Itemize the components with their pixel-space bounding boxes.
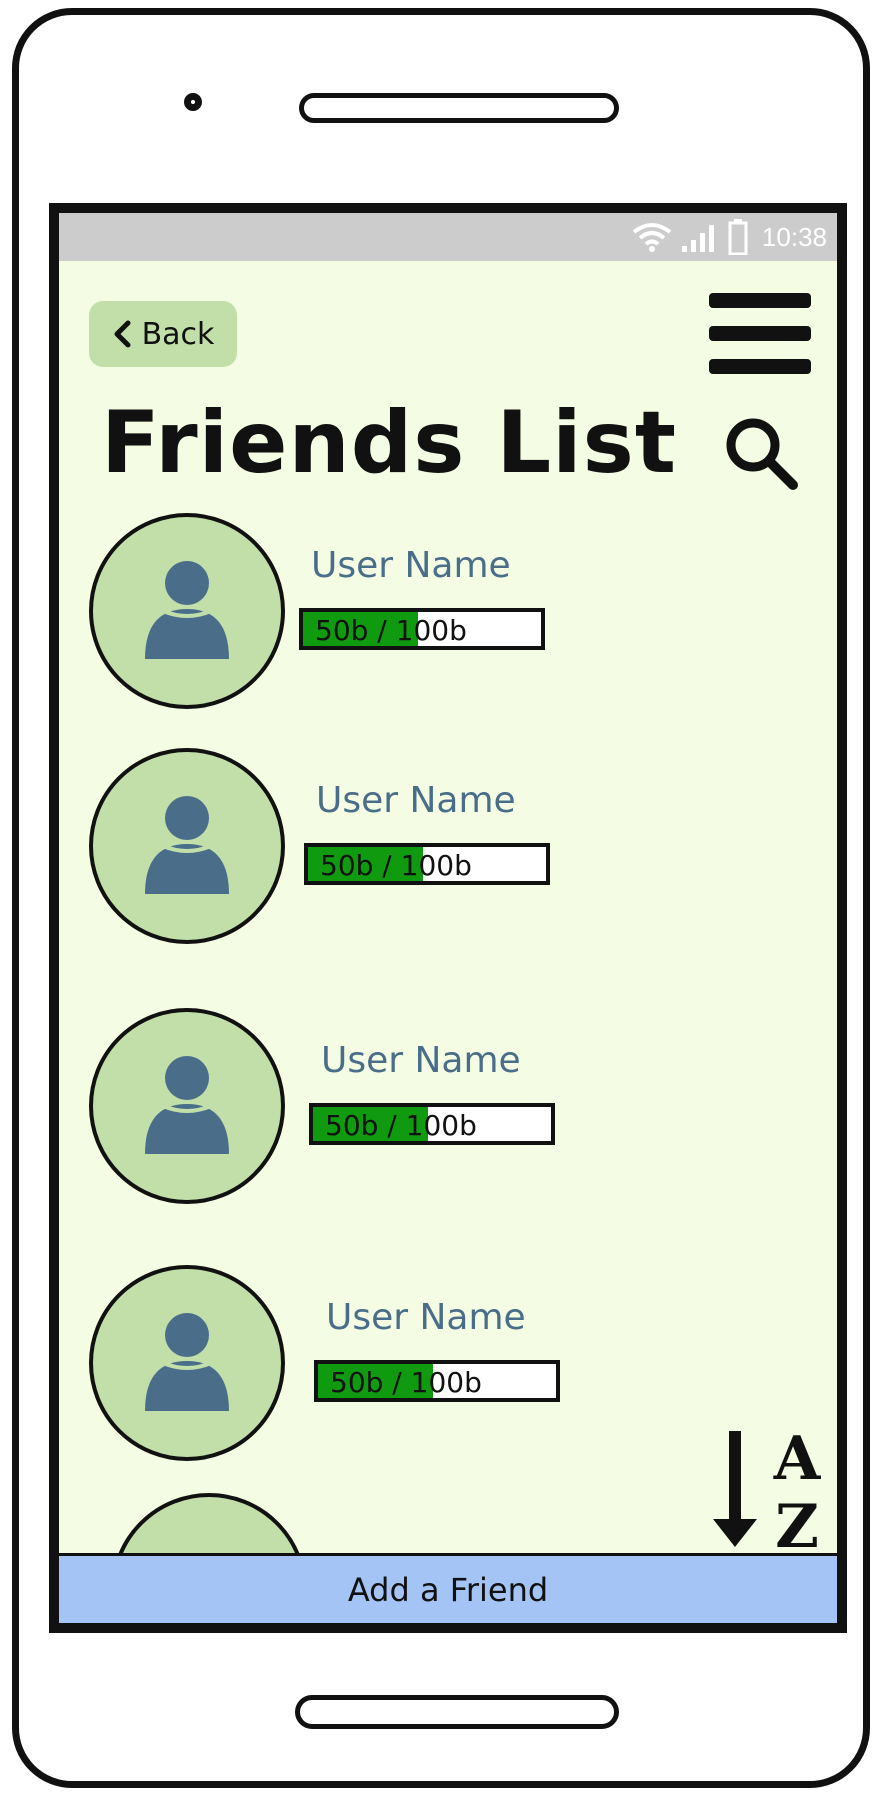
back-label: Back xyxy=(141,316,215,352)
signal-icon xyxy=(680,222,720,252)
progress-label: 50b / 100b xyxy=(315,614,467,647)
progress-label: 50b / 100b xyxy=(320,849,472,882)
avatar xyxy=(89,1008,285,1204)
sort-az-icon[interactable]: A Z xyxy=(709,1423,829,1562)
page-title: Friends List xyxy=(101,393,677,493)
avatar xyxy=(89,513,285,709)
storage-progress-bar: 50b / 100b xyxy=(304,843,550,885)
screen: 10:38 Back Friends List User Name 50b / 1… xyxy=(49,203,847,1633)
sort-bottom-letter: Z xyxy=(775,1492,819,1553)
avatar xyxy=(89,748,285,944)
hamburger-menu-icon[interactable] xyxy=(709,293,813,383)
user-icon xyxy=(145,1313,229,1411)
user-icon xyxy=(145,1056,229,1154)
friend-row[interactable]: User Name 50b / 100b xyxy=(59,1008,837,1208)
phone-frame: 10:38 Back Friends List User Name 50b / 1… xyxy=(12,8,870,1788)
user-name: User Name xyxy=(321,1040,521,1081)
add-friend-label: Add a Friend xyxy=(347,1570,549,1609)
user-name: User Name xyxy=(316,780,516,821)
chevron-left-icon xyxy=(112,320,132,348)
add-friend-button[interactable]: Add a Friend xyxy=(59,1553,837,1623)
friend-row[interactable]: User Name 50b / 100b xyxy=(59,513,837,713)
storage-progress-bar: 50b / 100b xyxy=(299,608,545,650)
progress-label: 50b / 100b xyxy=(330,1366,482,1399)
user-icon xyxy=(145,796,229,894)
user-name: User Name xyxy=(311,545,511,586)
speaker-bottom xyxy=(295,1695,619,1729)
wifi-icon xyxy=(632,222,672,252)
speaker-top xyxy=(299,93,619,123)
sort-top-letter: A xyxy=(773,1424,822,1494)
back-button[interactable]: Back xyxy=(89,301,237,367)
search-icon[interactable] xyxy=(721,413,801,493)
camera-icon xyxy=(184,93,202,111)
storage-progress-bar: 50b / 100b xyxy=(314,1360,560,1402)
avatar xyxy=(89,1265,285,1461)
user-icon xyxy=(145,561,229,659)
status-time: 10:38 xyxy=(761,221,827,252)
progress-label: 50b / 100b xyxy=(325,1109,477,1142)
status-bar: 10:38 xyxy=(59,213,837,261)
friend-row[interactable]: User Name 50b / 100b xyxy=(59,748,837,948)
storage-progress-bar: 50b / 100b xyxy=(309,1103,555,1145)
battery-icon xyxy=(728,219,748,255)
user-name: User Name xyxy=(326,1297,526,1338)
